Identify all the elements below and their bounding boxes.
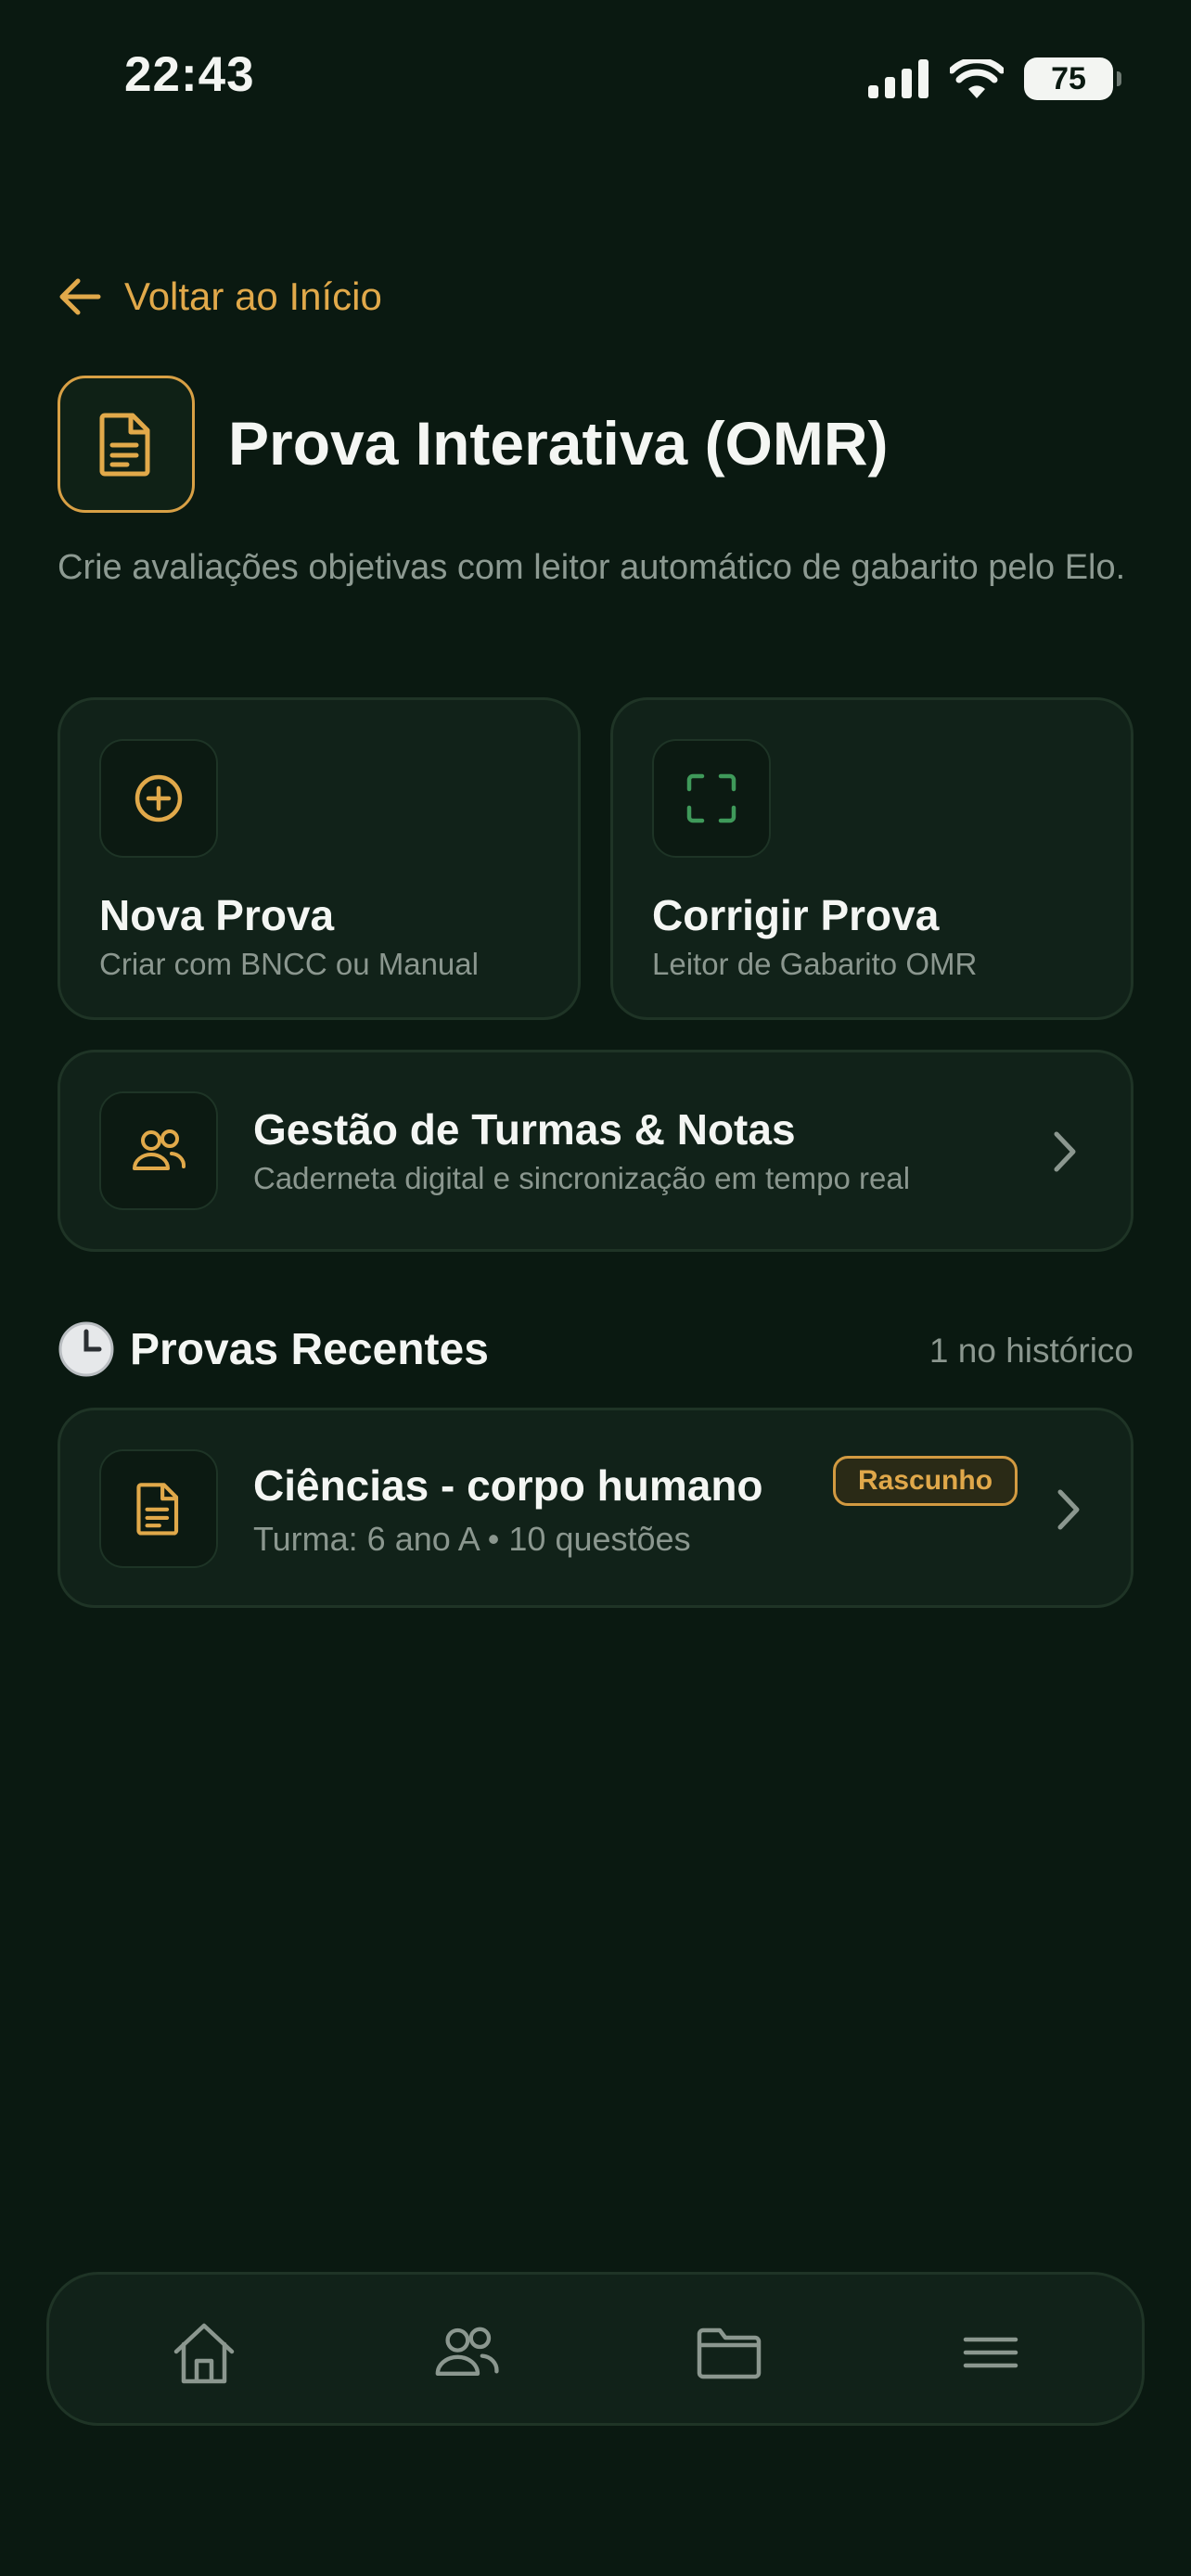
recent-count: 1 no histórico [928, 1332, 1133, 1370]
plus-circle-icon [99, 739, 218, 858]
document-icon [58, 376, 195, 513]
page-title: Prova Interativa (OMR) [228, 409, 889, 478]
nav-menu[interactable] [954, 2315, 1028, 2390]
status-time: 22:43 [124, 47, 255, 102]
new-exam-card[interactable]: Nova Prova Criar com BNCC ou Manual [58, 697, 581, 1020]
classes-subtitle: Caderneta digital e sincronização em tem… [253, 1161, 911, 1195]
nav-home[interactable] [167, 2315, 241, 2390]
new-exam-title: Nova Prova [99, 891, 335, 939]
signal-icon [868, 59, 928, 98]
bottom-nav [46, 2272, 1145, 2426]
new-exam-subtitle: Criar com BNCC ou Manual [99, 947, 479, 981]
status-badge: Rascunho [833, 1456, 1018, 1506]
recent-exam-title: Ciências - corpo humano [253, 1461, 763, 1510]
wifi-icon [950, 59, 1004, 98]
battery-level: 75 [1051, 60, 1086, 96]
menu-icon [963, 2337, 1018, 2368]
back-label: Voltar ao Início [124, 274, 382, 318]
status-icons: 75 [868, 57, 1121, 100]
recent-section-title: Provas Recentes [58, 1320, 489, 1378]
grade-exam-subtitle: Leitor de Gabarito OMR [652, 947, 978, 981]
document-icon [99, 1449, 218, 1568]
grade-exam-card[interactable]: Corrigir Prova Leitor de Gabarito OMR [610, 697, 1133, 1020]
users-icon [435, 2327, 499, 2376]
recent-exam-meta: Turma: 6 ano A • 10 questões [253, 1520, 691, 1558]
nav-users[interactable] [429, 2315, 504, 2390]
chevron-right-icon [1054, 1131, 1076, 1172]
battery-indicator: 75 [1024, 57, 1121, 100]
chevron-right-icon [1057, 1489, 1080, 1530]
home-icon [173, 2323, 235, 2384]
back-link[interactable]: Voltar ao Início [58, 274, 382, 319]
classes-title: Gestão de Turmas & Notas [253, 1105, 796, 1154]
classes-grades-card[interactable]: Gestão de Turmas & Notas Caderneta digit… [58, 1050, 1133, 1252]
scan-icon [652, 739, 771, 858]
arrow-left-icon [59, 278, 101, 315]
recent-title-text: Provas Recentes [130, 1324, 489, 1374]
folder-icon [697, 2327, 762, 2379]
nav-folder[interactable] [692, 2315, 766, 2390]
screen: 22:43 75 Voltar ao Início Prova Interati… [0, 0, 1191, 2576]
users-icon [99, 1091, 218, 1210]
grade-exam-title: Corrigir Prova [652, 891, 940, 939]
page-subtitle: Crie avaliações objetivas com leitor aut… [58, 548, 1126, 587]
clock-icon [58, 1321, 114, 1377]
recent-exam-item[interactable]: Ciências - corpo humano Turma: 6 ano A •… [58, 1408, 1133, 1608]
